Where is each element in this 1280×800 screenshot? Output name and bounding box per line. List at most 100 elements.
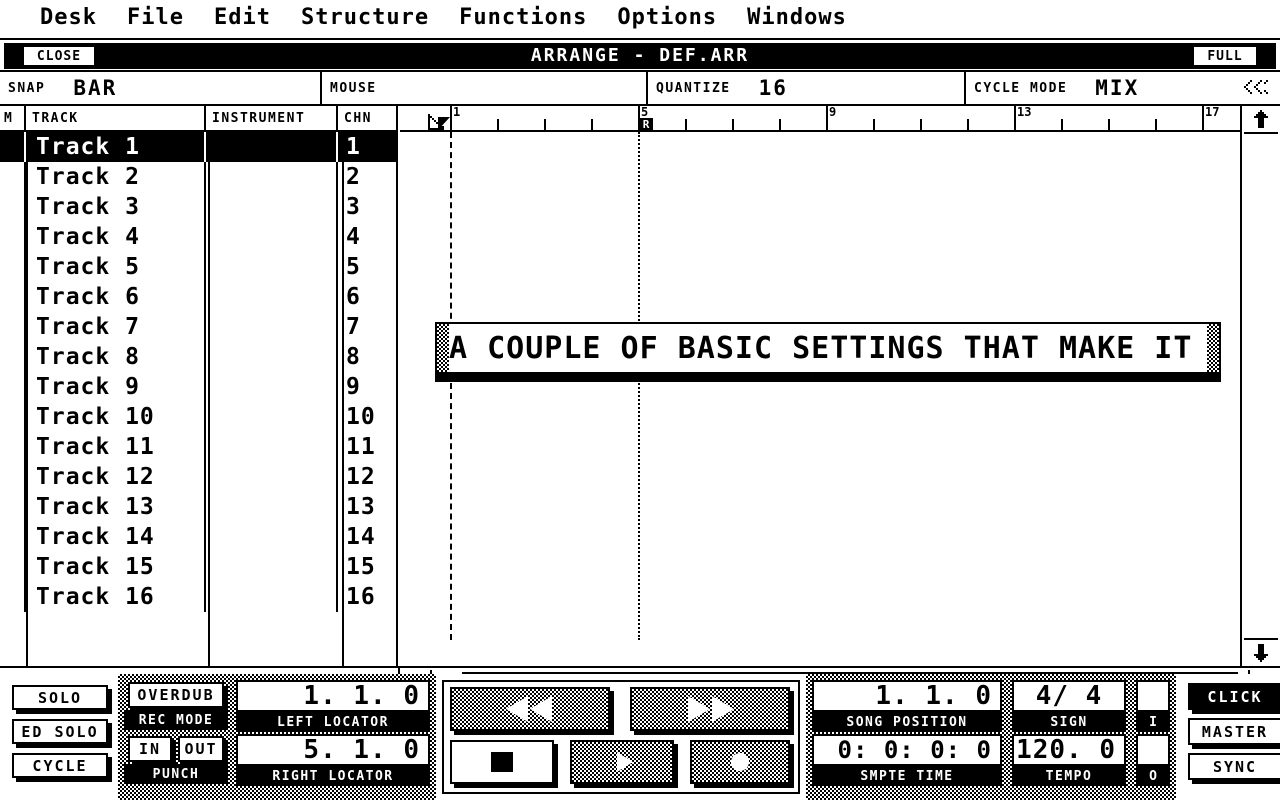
track-mute-cell[interactable] bbox=[0, 522, 26, 552]
track-channel-cell[interactable]: 2 bbox=[338, 162, 394, 192]
track-mute-cell[interactable] bbox=[0, 552, 26, 582]
arrange-part-textbox[interactable]: A COUPLE OF BASIC SETTINGS THAT MAKE IT … bbox=[435, 322, 1221, 382]
punch-in-button[interactable]: IN bbox=[128, 736, 172, 762]
track-name-cell[interactable]: Track 7 bbox=[26, 312, 206, 342]
track-name-cell[interactable]: Track 15 bbox=[26, 552, 206, 582]
track-row[interactable]: Track 9 9 bbox=[0, 372, 396, 402]
track-name-cell[interactable]: Track 6 bbox=[26, 282, 206, 312]
bar-ruler[interactable]: 1 5 9 13 17 R bbox=[400, 106, 1240, 132]
track-row[interactable]: Track 13 13 bbox=[0, 492, 396, 522]
track-mute-cell[interactable] bbox=[0, 252, 26, 282]
track-name-cell[interactable]: Track 11 bbox=[26, 432, 206, 462]
vertical-scrollbar[interactable] bbox=[1240, 106, 1280, 666]
track-instrument-cell[interactable] bbox=[206, 402, 338, 432]
track-channel-cell[interactable]: 13 bbox=[338, 492, 394, 522]
track-channel-cell[interactable]: 14 bbox=[338, 522, 394, 552]
snap-field[interactable]: SNAP BAR bbox=[0, 72, 322, 104]
tempo-value[interactable]: 120. 0 bbox=[1012, 734, 1126, 766]
track-row[interactable]: Track 15 15 bbox=[0, 552, 396, 582]
ed-solo-button[interactable]: ED SOLO bbox=[12, 719, 108, 744]
cycle-mode-field[interactable]: CYCLE MODE MIX bbox=[966, 72, 1280, 104]
master-button[interactable]: MASTER bbox=[1188, 718, 1280, 745]
track-mute-cell[interactable] bbox=[0, 492, 26, 522]
record-icon[interactable] bbox=[690, 740, 790, 784]
track-instrument-cell[interactable] bbox=[206, 462, 338, 492]
track-name-cell[interactable]: Track 13 bbox=[26, 492, 206, 522]
track-channel-cell[interactable]: 5 bbox=[338, 252, 394, 282]
arrange-canvas[interactable]: A COUPLE OF BASIC SETTINGS THAT MAKE IT … bbox=[400, 132, 1240, 640]
track-mute-cell[interactable] bbox=[0, 312, 26, 342]
track-mute-cell[interactable] bbox=[0, 282, 26, 312]
track-mute-cell[interactable] bbox=[0, 132, 26, 162]
track-channel-cell[interactable]: 15 bbox=[338, 552, 394, 582]
stop-icon[interactable] bbox=[450, 740, 554, 784]
rec-mode-button[interactable]: OVERDUB bbox=[128, 682, 224, 708]
track-row[interactable]: Track 7 7 bbox=[0, 312, 396, 342]
track-instrument-cell[interactable] bbox=[206, 372, 338, 402]
track-name-cell[interactable]: Track 8 bbox=[26, 342, 206, 372]
track-row[interactable]: Track 10 10 bbox=[0, 402, 396, 432]
track-name-cell[interactable]: Track 5 bbox=[26, 252, 206, 282]
rewind-icon[interactable] bbox=[450, 687, 610, 731]
right-locator-value[interactable]: 5. 1. 0 bbox=[236, 734, 430, 766]
fullsize-button[interactable]: FULL bbox=[1192, 45, 1258, 67]
column-header-mute[interactable]: M bbox=[0, 106, 26, 130]
column-header-channel[interactable]: CHN bbox=[338, 106, 394, 130]
track-instrument-cell[interactable] bbox=[206, 552, 338, 582]
arrow-down-icon[interactable] bbox=[1244, 638, 1278, 666]
track-instrument-cell[interactable] bbox=[206, 492, 338, 522]
track-mute-cell[interactable] bbox=[0, 162, 26, 192]
menu-item-options[interactable]: Options bbox=[617, 7, 717, 29]
track-mute-cell[interactable] bbox=[0, 192, 26, 222]
track-channel-cell[interactable]: 4 bbox=[338, 222, 394, 252]
solo-button[interactable]: SOLO bbox=[12, 685, 108, 710]
track-row[interactable]: Track 6 6 bbox=[0, 282, 396, 312]
smpte-time-value[interactable]: 0: 0: 0: 0 bbox=[812, 734, 1002, 766]
track-row[interactable]: Track 1 1 bbox=[0, 132, 396, 162]
track-channel-cell[interactable]: 7 bbox=[338, 312, 394, 342]
menu-item-functions[interactable]: Functions bbox=[459, 7, 587, 29]
track-instrument-cell[interactable] bbox=[206, 222, 338, 252]
cycle-button[interactable]: CYCLE bbox=[12, 753, 108, 778]
track-instrument-cell[interactable] bbox=[206, 252, 338, 282]
track-channel-cell[interactable]: 11 bbox=[338, 432, 394, 462]
fast-forward-icon[interactable] bbox=[630, 687, 790, 731]
mouse-field[interactable]: MOUSE bbox=[322, 72, 648, 104]
track-row[interactable]: Track 14 14 bbox=[0, 522, 396, 552]
track-row[interactable]: Track 12 12 bbox=[0, 462, 396, 492]
menu-item-edit[interactable]: Edit bbox=[214, 7, 271, 29]
menu-item-desk[interactable]: Desk bbox=[40, 7, 97, 29]
quantize-field[interactable]: QUANTIZE 16 bbox=[648, 72, 966, 104]
track-row[interactable]: Track 11 11 bbox=[0, 432, 396, 462]
menu-item-file[interactable]: File bbox=[127, 7, 184, 29]
track-row[interactable]: Track 16 16 bbox=[0, 582, 396, 612]
track-row[interactable]: Track 4 4 bbox=[0, 222, 396, 252]
track-name-cell[interactable]: Track 9 bbox=[26, 372, 206, 402]
track-channel-cell[interactable]: 6 bbox=[338, 282, 394, 312]
arrow-up-icon[interactable] bbox=[1244, 106, 1278, 134]
track-mute-cell[interactable] bbox=[0, 372, 26, 402]
track-instrument-cell[interactable] bbox=[206, 132, 338, 162]
punch-out-button[interactable]: OUT bbox=[178, 736, 224, 762]
track-channel-cell[interactable]: 8 bbox=[338, 342, 394, 372]
track-name-cell[interactable]: Track 12 bbox=[26, 462, 206, 492]
ruler-right-locator-marker[interactable]: R bbox=[639, 118, 653, 130]
track-instrument-cell[interactable] bbox=[206, 282, 338, 312]
track-channel-cell[interactable]: 9 bbox=[338, 372, 394, 402]
track-row[interactable]: Track 3 3 bbox=[0, 192, 396, 222]
track-channel-cell[interactable]: 3 bbox=[338, 192, 394, 222]
track-mute-cell[interactable] bbox=[0, 432, 26, 462]
track-instrument-cell[interactable] bbox=[206, 162, 338, 192]
track-name-cell[interactable]: Track 16 bbox=[26, 582, 206, 612]
track-row[interactable]: Track 8 8 bbox=[0, 342, 396, 372]
click-button[interactable]: CLICK bbox=[1188, 683, 1280, 710]
track-name-cell[interactable]: Track 1 bbox=[26, 132, 206, 162]
track-instrument-cell[interactable] bbox=[206, 432, 338, 462]
track-name-cell[interactable]: Track 14 bbox=[26, 522, 206, 552]
time-signature-value[interactable]: 4/ 4 bbox=[1012, 680, 1126, 712]
menu-item-structure[interactable]: Structure bbox=[301, 7, 429, 29]
left-locator-value[interactable]: 1. 1. 0 bbox=[236, 680, 430, 712]
left-locator-flag-icon[interactable] bbox=[438, 117, 450, 130]
track-instrument-cell[interactable] bbox=[206, 522, 338, 552]
track-instrument-cell[interactable] bbox=[206, 582, 338, 612]
